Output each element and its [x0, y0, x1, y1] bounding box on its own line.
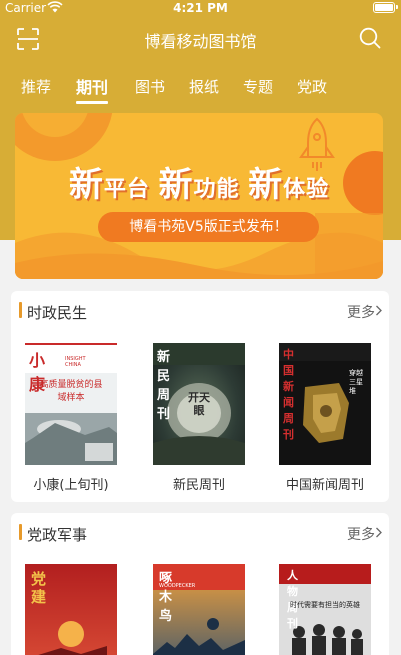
- search-icon[interactable]: [359, 27, 381, 49]
- nav-bar: 博看移动图书馆: [0, 20, 401, 58]
- section-title: 时政民生: [27, 304, 88, 322]
- section-title: 党政军事: [27, 526, 88, 544]
- banner-headline-part: 平台: [103, 177, 159, 202]
- banner-headline-part: 体验: [283, 177, 330, 202]
- tab-recommend[interactable]: 推荐: [21, 76, 51, 97]
- section-accent-bar: [19, 302, 22, 318]
- banner-headline-part: 新: [158, 165, 194, 205]
- chevron-right-icon[interactable]: [375, 527, 383, 538]
- cover-masthead: 新民周刊: [157, 350, 171, 422]
- section-header: 党政军事 更多: [11, 513, 389, 551]
- section-accent-bar: [19, 524, 22, 540]
- magazine-title: 小康(上旬刊): [33, 478, 109, 493]
- tab-topics[interactable]: 专题: [243, 76, 273, 97]
- promo-banner[interactable]: 新平台 新功能 新体验 博看书苑V5版正式发布！: [15, 113, 383, 279]
- section-card-politics: 时政民生 更多 小康 INSIGHT CHINA 高质量脱贫的县域样本 小康(上…: [11, 291, 389, 502]
- cover-headline: 时代需要有担当的英雄: [290, 601, 360, 609]
- tab-newspapers[interactable]: 报纸: [189, 76, 219, 97]
- cover-masthead: 啄木鸟: [159, 571, 173, 624]
- banner-headline: 新平台 新功能 新体验: [15, 157, 383, 206]
- status-bar: Carrier 4:21 PM: [0, 0, 401, 16]
- banner-headline-part: 功能: [193, 177, 249, 202]
- more-link[interactable]: 更多: [347, 302, 375, 322]
- section-header: 时政民生 更多: [11, 291, 389, 329]
- cover-masthead: 党建: [31, 570, 47, 606]
- cover-subtitle: WOODPECKER: [159, 583, 196, 589]
- status-time: 4:21 PM: [173, 1, 228, 15]
- magazine-title: 新民周刊: [172, 478, 225, 493]
- magazine-title: 中国新闻周刊: [285, 478, 364, 493]
- cover-masthead: 人物周刊: [287, 569, 298, 630]
- cover-headline: 开天眼: [188, 391, 210, 417]
- battery-icon: [373, 2, 398, 13]
- cover-masthead: 中国新闻周刊: [283, 348, 294, 441]
- category-tabs: 推荐 期刊 图书 报纸 专题 党政: [0, 72, 401, 104]
- cover-headline: 穿越三星堆: [349, 369, 363, 395]
- banner-headline-part: 新: [68, 165, 104, 205]
- chevron-right-icon[interactable]: [375, 305, 383, 316]
- banner-subtitle: 博看书苑V5版正式发布！: [98, 212, 319, 242]
- tab-party[interactable]: 党政: [297, 76, 327, 97]
- cover-headline: 高质量脱贫的县域样本: [39, 380, 103, 403]
- tab-periodicals[interactable]: 期刊: [76, 74, 109, 104]
- section-card-party-military: 党政军事 更多 党建 啄木鸟 WOODPECKER 人物周刊 时代需要有担当的英…: [11, 513, 389, 655]
- app-title: 博看移动图书馆: [144, 32, 257, 51]
- more-link[interactable]: 更多: [347, 524, 375, 544]
- cover-subtitle: INSIGHT CHINA: [65, 356, 86, 368]
- tab-books[interactable]: 图书: [135, 76, 165, 97]
- banner-headline-part: 新: [248, 165, 284, 205]
